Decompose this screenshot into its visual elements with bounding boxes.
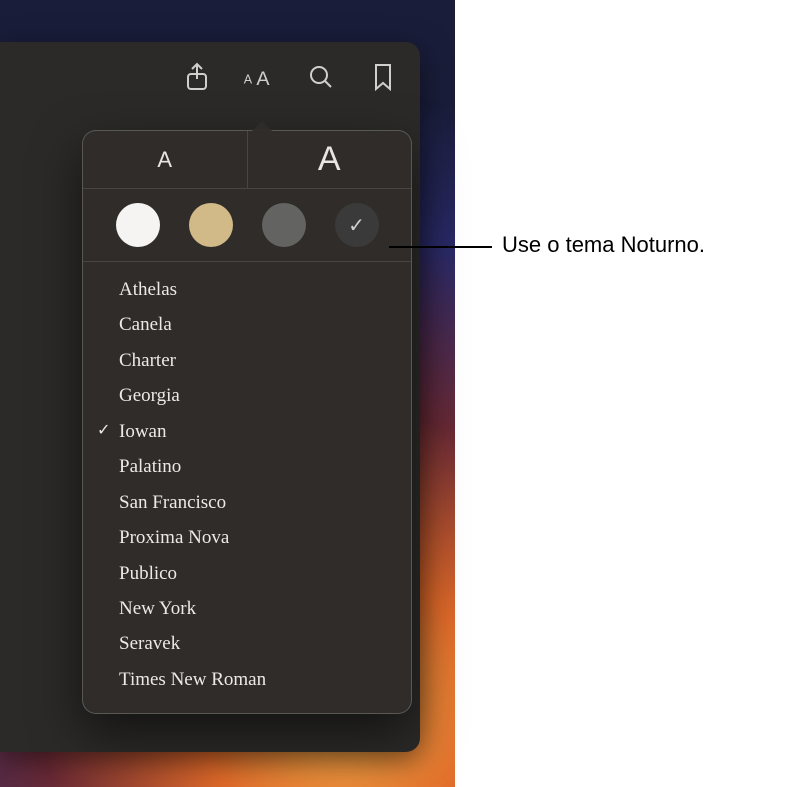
decrease-text-size-button[interactable]: A bbox=[83, 131, 248, 188]
font-item-label: Athelas bbox=[119, 275, 393, 304]
font-item-checkmark: ✓ bbox=[97, 419, 119, 444]
svg-text:A: A bbox=[244, 72, 253, 86]
share-button[interactable] bbox=[180, 60, 214, 94]
screenshot-stage: A A A A bbox=[0, 0, 787, 787]
font-item-label: Canela bbox=[119, 310, 393, 339]
font-item-charter[interactable]: Charter bbox=[83, 343, 411, 378]
theme-gray[interactable] bbox=[262, 203, 306, 247]
share-icon bbox=[184, 62, 210, 92]
font-item-iowan[interactable]: ✓Iowan bbox=[83, 414, 411, 449]
font-item-times-new-roman[interactable]: Times New Roman bbox=[83, 662, 411, 697]
font-item-label: New York bbox=[119, 594, 393, 623]
appearance-popover: A A ✓ AthelasCanelaCharterGeorgia✓IowanP… bbox=[82, 130, 412, 714]
font-item-palatino[interactable]: Palatino bbox=[83, 449, 411, 484]
font-item-label: Iowan bbox=[119, 417, 393, 446]
callout-leader-line bbox=[389, 246, 492, 248]
font-item-label: Charter bbox=[119, 346, 393, 375]
font-item-label: Proxima Nova bbox=[119, 523, 393, 552]
font-item-label: Seravek bbox=[119, 629, 393, 658]
search-button[interactable] bbox=[304, 60, 338, 94]
font-item-publico[interactable]: Publico bbox=[83, 556, 411, 591]
font-item-san-francisco[interactable]: San Francisco bbox=[83, 485, 411, 520]
theme-row: ✓ bbox=[83, 189, 411, 262]
theme-night[interactable]: ✓ bbox=[335, 203, 379, 247]
theme-sepia[interactable] bbox=[189, 203, 233, 247]
appearance-button[interactable]: A A bbox=[242, 60, 276, 94]
bookmark-icon bbox=[372, 63, 394, 91]
font-item-athelas[interactable]: Athelas bbox=[83, 272, 411, 307]
svg-text:A: A bbox=[256, 68, 270, 90]
font-item-seravek[interactable]: Seravek bbox=[83, 626, 411, 661]
theme-white[interactable] bbox=[116, 203, 160, 247]
checkmark-icon: ✓ bbox=[348, 213, 365, 238]
text-size-row: A A bbox=[83, 131, 411, 189]
font-item-proxima-nova[interactable]: Proxima Nova bbox=[83, 520, 411, 555]
font-item-georgia[interactable]: Georgia bbox=[83, 378, 411, 413]
text-size-icon: A A bbox=[242, 64, 276, 90]
bookmark-button[interactable] bbox=[366, 60, 400, 94]
font-item-label: San Francisco bbox=[119, 488, 393, 517]
font-item-label: Times New Roman bbox=[119, 665, 393, 694]
font-item-label: Georgia bbox=[119, 381, 393, 410]
callout-text: Use o tema Noturno. bbox=[502, 232, 705, 258]
doc-background bbox=[455, 0, 787, 787]
search-icon bbox=[308, 64, 334, 90]
font-item-label: Publico bbox=[119, 559, 393, 588]
font-list: AthelasCanelaCharterGeorgia✓IowanPalatin… bbox=[83, 262, 411, 699]
reader-toolbar: A A bbox=[180, 60, 400, 94]
font-item-new-york[interactable]: New York bbox=[83, 591, 411, 626]
increase-text-size-button[interactable]: A bbox=[248, 131, 412, 188]
font-item-canela[interactable]: Canela bbox=[83, 307, 411, 342]
font-item-label: Palatino bbox=[119, 452, 393, 481]
